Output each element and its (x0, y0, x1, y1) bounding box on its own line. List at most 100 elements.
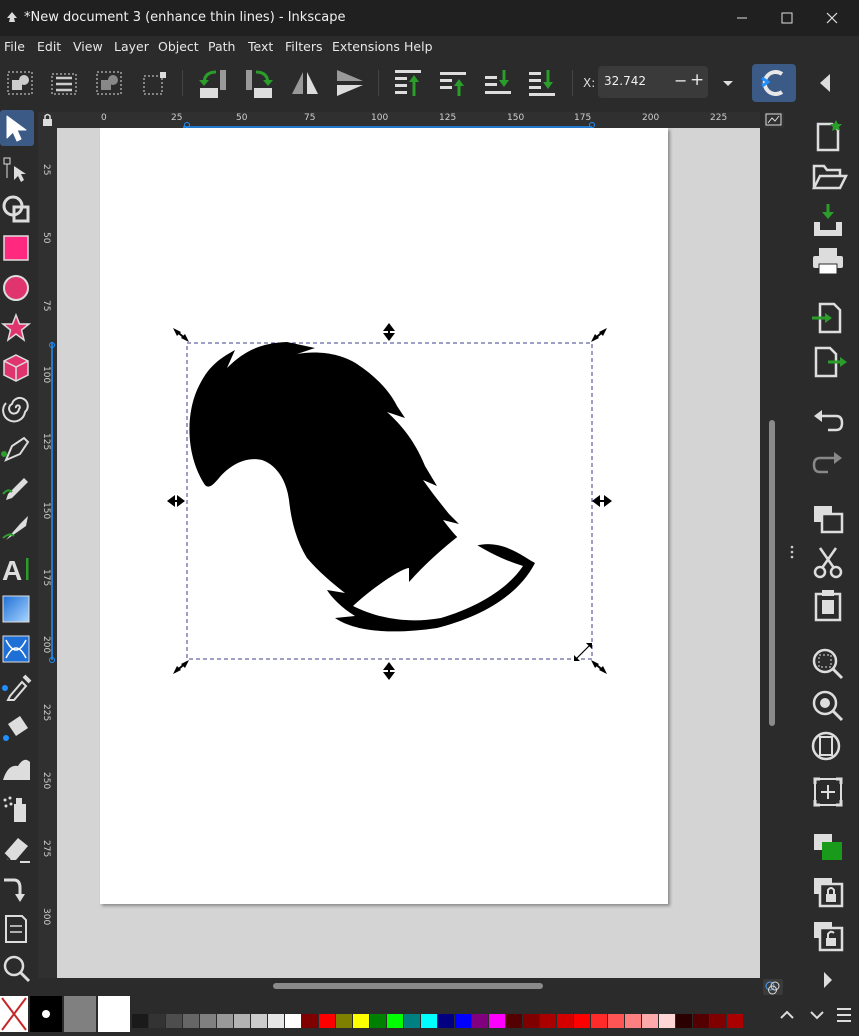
menu-layer[interactable]: Layer (114, 39, 149, 54)
snap-toggle-button[interactable] (752, 64, 796, 102)
calligraphy-tool[interactable] (0, 510, 34, 546)
scale-handle-top-right[interactable] (591, 328, 607, 342)
pages-tool[interactable] (0, 910, 34, 946)
decrement-button[interactable]: − (674, 71, 687, 90)
minimize-button[interactable] (718, 0, 764, 36)
color-swatch[interactable] (710, 1014, 726, 1028)
text-tool[interactable]: A (0, 550, 34, 586)
mesh-tool[interactable] (0, 630, 34, 666)
fill-stroke-button[interactable] (808, 828, 848, 866)
vertical-ruler[interactable]: 25 50 75 100 125 150 175 200 225 250 275… (38, 128, 57, 978)
color-swatch[interactable] (557, 1014, 573, 1028)
color-swatch[interactable] (676, 1014, 692, 1028)
tweak-wave-tool[interactable] (0, 750, 34, 786)
drawing-canvas[interactable] (57, 128, 760, 978)
display-mode-button[interactable] (764, 112, 784, 128)
raise-to-top-button[interactable] (392, 66, 426, 100)
x-coordinate-input[interactable] (602, 73, 670, 89)
flip-horizontal-button[interactable] (288, 66, 322, 100)
color-swatch[interactable] (506, 1014, 522, 1028)
duplicate-button[interactable] (808, 500, 848, 538)
white-swatch[interactable] (98, 996, 130, 1032)
color-swatch[interactable] (353, 1014, 369, 1028)
touch-select-button[interactable] (138, 66, 172, 100)
deselect-button[interactable] (93, 66, 127, 100)
node-tool[interactable] (0, 150, 34, 186)
color-swatch[interactable] (727, 1014, 743, 1028)
zoom-tool[interactable] (0, 950, 34, 986)
color-swatch[interactable] (591, 1014, 607, 1028)
horizontal-scroll-thumb[interactable] (273, 983, 543, 989)
vertical-scrollbar[interactable] (760, 128, 784, 978)
toolbar-overflow-button[interactable] (716, 70, 740, 96)
scale-handle-bottom-right[interactable] (591, 660, 607, 674)
color-swatch[interactable] (455, 1014, 471, 1028)
menu-edit[interactable]: Edit (37, 39, 61, 54)
pen-tool[interactable] (0, 430, 34, 466)
panel-handle[interactable] (788, 544, 796, 560)
color-swatch[interactable] (387, 1014, 403, 1028)
color-swatch[interactable] (421, 1014, 437, 1028)
color-swatch[interactable] (217, 1014, 233, 1028)
undo-button[interactable] (808, 400, 848, 438)
x-coordinate-spinbox[interactable]: − + (598, 66, 708, 98)
zoom-selection-button[interactable] (808, 644, 848, 682)
color-swatch[interactable] (149, 1014, 165, 1028)
menu-text[interactable]: Text (248, 39, 273, 54)
black-swatch[interactable] (30, 996, 62, 1032)
menu-extensions[interactable]: Extensions (332, 39, 400, 54)
selected-tail-drawing[interactable] (57, 128, 760, 978)
color-swatch[interactable] (268, 1014, 284, 1028)
color-management-button[interactable] (762, 978, 784, 996)
new-document-button[interactable] (808, 116, 848, 154)
paint-bucket-tool[interactable] (0, 710, 34, 746)
lower-to-bottom-button[interactable] (526, 66, 560, 100)
color-swatch[interactable] (693, 1014, 709, 1028)
pencil-tool[interactable] (0, 470, 34, 506)
eraser-tool[interactable] (0, 830, 34, 866)
color-swatch[interactable] (370, 1014, 386, 1028)
toggle-commands-bar-button[interactable] (812, 68, 840, 98)
color-swatch[interactable] (489, 1014, 505, 1028)
color-swatch[interactable] (540, 1014, 556, 1028)
no-paint-swatch[interactable] (0, 996, 28, 1032)
color-swatch[interactable] (302, 1014, 318, 1028)
scale-handle-bottom-left[interactable] (173, 660, 189, 674)
spiral-tool[interactable] (0, 390, 34, 426)
menu-file[interactable]: File (4, 39, 25, 54)
select-all-button[interactable] (4, 66, 38, 100)
redo-button[interactable] (808, 442, 848, 480)
flip-vertical-button[interactable] (333, 66, 367, 100)
unlock-button[interactable] (808, 916, 848, 954)
ellipse-tool[interactable] (0, 270, 34, 306)
tweak-tool[interactable] (0, 190, 34, 226)
menu-object[interactable]: Object (158, 39, 199, 54)
scale-handle-right[interactable] (592, 495, 612, 507)
color-swatch[interactable] (132, 1014, 148, 1028)
export-button[interactable] (808, 342, 848, 380)
3d-box-tool[interactable] (0, 350, 34, 386)
more-commands-button[interactable] (808, 962, 848, 1000)
paste-button[interactable] (808, 586, 848, 624)
color-swatch[interactable] (642, 1014, 658, 1028)
color-swatch[interactable] (336, 1014, 352, 1028)
zoom-page-button[interactable] (808, 728, 848, 766)
scale-handle-left[interactable] (167, 495, 185, 507)
scale-handle-top-left[interactable] (173, 328, 189, 342)
color-swatch[interactable] (404, 1014, 420, 1028)
menu-help[interactable]: Help (404, 39, 433, 54)
color-swatch[interactable] (200, 1014, 216, 1028)
import-button[interactable] (808, 298, 848, 336)
menu-filters[interactable]: Filters (285, 39, 322, 54)
star-tool[interactable] (0, 310, 34, 346)
lock-button[interactable] (808, 872, 848, 910)
color-swatch[interactable] (574, 1014, 590, 1028)
color-swatch[interactable] (285, 1014, 301, 1028)
close-button[interactable] (810, 0, 856, 36)
maximize-button[interactable] (764, 0, 810, 36)
cut-button[interactable] (808, 544, 848, 582)
spray-tool[interactable] (0, 790, 34, 826)
palette-scroll-up[interactable] (778, 1006, 796, 1024)
horizontal-ruler[interactable]: 0 25 50 75 100 125 150 175 200 225 (57, 112, 760, 128)
color-swatch[interactable] (472, 1014, 488, 1028)
